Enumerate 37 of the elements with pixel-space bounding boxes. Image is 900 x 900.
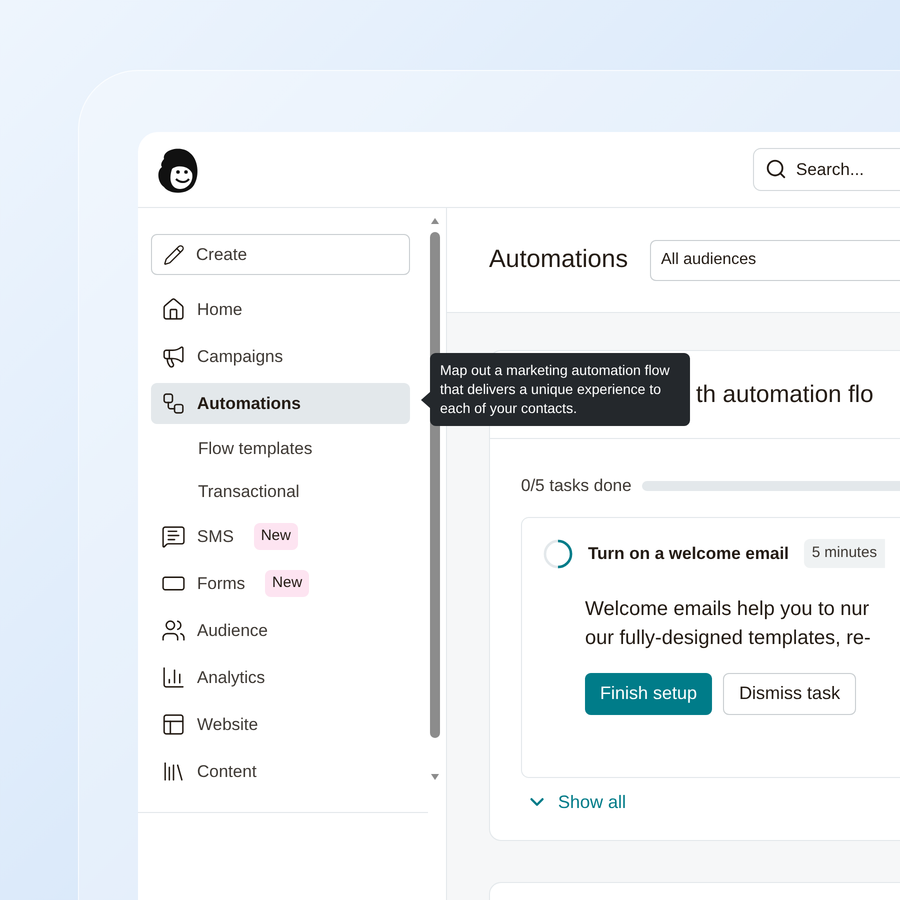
task-description: our fully-designed templates, re- [585,626,872,650]
task-description: Welcome emails help you to nur [585,596,870,622]
sidebar-item[interactable]: Website [151,704,270,745]
sidebar-subitem[interactable]: Transactional [151,473,428,510]
sidebar-subitem[interactable]: Flow templates [151,430,428,467]
task-title: Turn on a welcome email [588,542,789,565]
sidebar-item[interactable]: Content [151,751,269,792]
tooltip-text: Map out a marketing automation flow that delivers a unique experience to each of your contacts. [440,362,670,416]
dismiss-button[interactable]: Dismiss task [723,672,856,714]
new-badge: New [254,523,298,550]
home-icon [161,297,186,322]
workflow-icon [161,391,186,416]
search-field[interactable]: Search... [753,148,900,191]
megaphone-icon [161,344,186,369]
new-badge: New [265,570,310,597]
pencil-icon [163,244,185,266]
sidebar-item[interactable]: Campaigns [151,336,295,377]
page-title: Automations [489,244,628,276]
sidebar-item[interactable]: Audience [151,610,280,651]
progress-ring-icon [543,538,573,568]
sidebar-item[interactable]: SMS [151,516,246,557]
progress-label: 0/5 tasks done [521,475,632,497]
show-all-link[interactable]: Show all [526,788,626,816]
finish-setup-button[interactable]: Finish setup [585,672,712,714]
sidebar-item[interactable]: Automations [151,383,410,424]
duration-badge: 5 minutes [804,539,885,568]
sidebar-item[interactable]: Forms [151,563,258,604]
create-button[interactable]: Create [151,234,410,275]
card-heading: th automation flo [696,380,874,410]
audience-select[interactable]: All audiences [650,240,900,280]
chat-bubble-icon [161,524,186,549]
sidebar-item[interactable]: Home [151,289,254,330]
people-icon [161,618,186,643]
webpage-icon [161,712,186,737]
bar-chart-icon [161,665,186,690]
search-icon [765,158,787,180]
sidebar-item[interactable]: Analytics [151,657,278,698]
